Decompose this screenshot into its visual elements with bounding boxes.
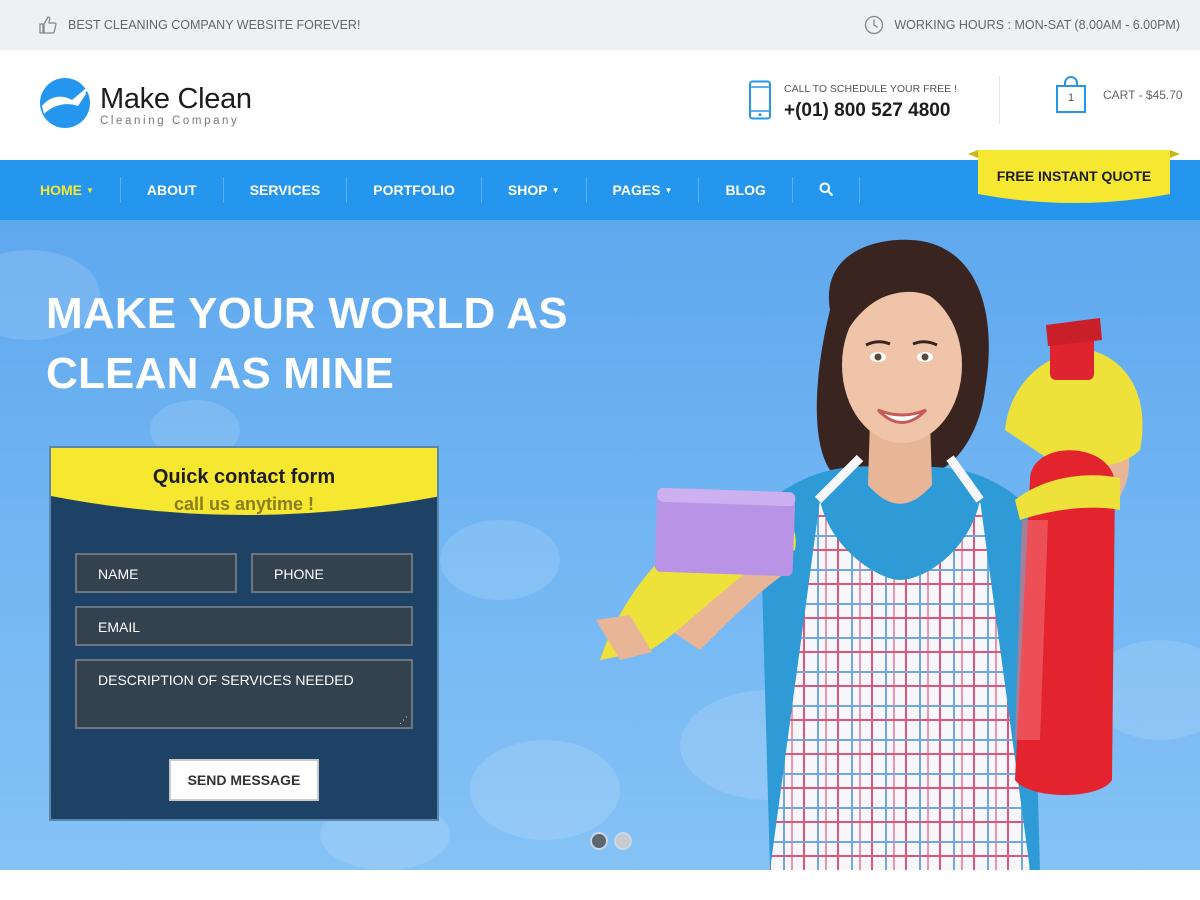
tagline-text: BEST CLEANING COMPANY WEBSITE FOREVER!: [68, 18, 361, 32]
email-field[interactable]: EMAIL: [75, 606, 413, 646]
nav-divider: [858, 177, 860, 203]
name-placeholder: NAME: [98, 566, 139, 582]
slider-pagination: [590, 832, 632, 850]
working-hours-text: WORKING HOURS : MON-SAT (8.00AM - 6.00PM…: [894, 18, 1180, 32]
clock-icon: [864, 15, 884, 35]
form-title: Quick contact form: [152, 466, 336, 488]
tagline-group: BEST CLEANING COMPANY WEBSITE FOREVER!: [38, 15, 360, 35]
nav-item-label: BLOG: [725, 182, 766, 198]
cart-link[interactable]: 1 CART - $45.70: [1055, 76, 1183, 114]
nav-item-label: SERVICES: [249, 182, 321, 198]
logo-name: Make Clean: [100, 83, 252, 115]
working-hours-group: WORKING HOURS : MON-SAT (8.00AM - 6.00PM…: [864, 15, 1180, 35]
slide-dot-2[interactable]: [614, 832, 632, 850]
nav-item-label: PORTFOLIO: [373, 182, 455, 198]
logo-text-group: Make Clean Cleaning Company: [100, 84, 252, 127]
phone-number[interactable]: +(01) 800 527 4800: [784, 100, 957, 122]
logo-tagline: Cleaning Company: [100, 115, 240, 127]
nav-item-home[interactable]: HOME ▼: [0, 160, 120, 220]
description-textarea[interactable]: DESCRIPTION OF SERVICES NEEDED ⋰: [75, 659, 413, 729]
nav-item-shop[interactable]: SHOP ▼: [482, 160, 586, 220]
free-quote-label: FREE INSTANT QUOTE: [996, 168, 1152, 184]
form-header: Quick contact form call us anytime !: [51, 448, 437, 528]
chevron-down-icon: ▼: [664, 185, 673, 195]
call-label: CALL TO SCHEDULE YOUR FREE !: [784, 83, 957, 95]
chevron-down-icon: ▼: [551, 185, 560, 195]
site-header: Make Clean Cleaning Company CALL TO SCHE…: [0, 50, 1200, 160]
hero-slider: MAKE YOUR WORLD AS CLEAN AS MINE Quick c…: [0, 220, 1200, 870]
phone-placeholder: PHONE: [274, 566, 324, 582]
quick-contact-form: Quick contact form call us anytime ! NAM…: [49, 446, 439, 821]
shopping-bag-icon: 1: [1055, 76, 1087, 114]
hero-title-line: CLEAN AS MINE: [46, 349, 395, 398]
nav-item-label: HOME: [40, 182, 82, 198]
site-logo[interactable]: Make Clean Cleaning Company: [38, 76, 252, 135]
nav-item-services[interactable]: SERVICES: [224, 160, 347, 220]
nav-item-label: SHOP: [507, 182, 548, 198]
hero-title-line: MAKE YOUR WORLD AS: [46, 289, 568, 338]
background-bubble: [440, 520, 560, 600]
nav-item-label: PAGES: [612, 182, 661, 198]
slide-dot-1[interactable]: [590, 832, 608, 850]
nav-item-label: ABOUT: [146, 182, 197, 198]
phone-icon: [748, 80, 772, 125]
email-placeholder: EMAIL: [98, 619, 141, 635]
description-placeholder: DESCRIPTION OF SERVICES NEEDED: [98, 672, 354, 688]
cleaning-woman-image: [596, 239, 1143, 870]
cart-count: 1: [1067, 92, 1075, 104]
form-subtitle: call us anytime !: [173, 494, 315, 514]
free-quote-button[interactable]: FREE INSTANT QUOTE: [968, 150, 1180, 206]
call-block: CALL TO SCHEDULE YOUR FREE ! +(01) 800 5…: [748, 80, 957, 125]
nav-item-about[interactable]: ABOUT: [121, 160, 223, 220]
phone-field[interactable]: PHONE: [251, 553, 413, 593]
logo-icon: [38, 76, 92, 135]
chevron-down-icon: ▼: [86, 185, 94, 195]
nav-menu: HOME ▼ ABOUT SERVICES PORTFOLIO SHOP ▼ PAG…: [0, 160, 860, 220]
name-field[interactable]: NAME: [75, 553, 237, 593]
thumbs-up-icon: [38, 15, 58, 35]
cart-total: CART - $45.70: [1103, 88, 1183, 102]
nav-search-button[interactable]: [793, 160, 859, 220]
nav-item-blog[interactable]: BLOG: [699, 160, 791, 220]
send-message-label: SEND MESSAGE: [187, 772, 301, 788]
resize-grip-icon[interactable]: ⋰: [399, 716, 408, 725]
nav-item-pages[interactable]: PAGES ▼: [587, 160, 699, 220]
top-bar: BEST CLEANING COMPANY WEBSITE FOREVER! W…: [0, 0, 1200, 50]
send-message-button[interactable]: SEND MESSAGE: [169, 759, 319, 801]
header-divider: [999, 76, 1000, 124]
hero-title: MAKE YOUR WORLD AS CLEAN AS MINE: [46, 284, 606, 404]
nav-item-portfolio[interactable]: PORTFOLIO: [347, 160, 481, 220]
search-icon: [819, 182, 833, 199]
